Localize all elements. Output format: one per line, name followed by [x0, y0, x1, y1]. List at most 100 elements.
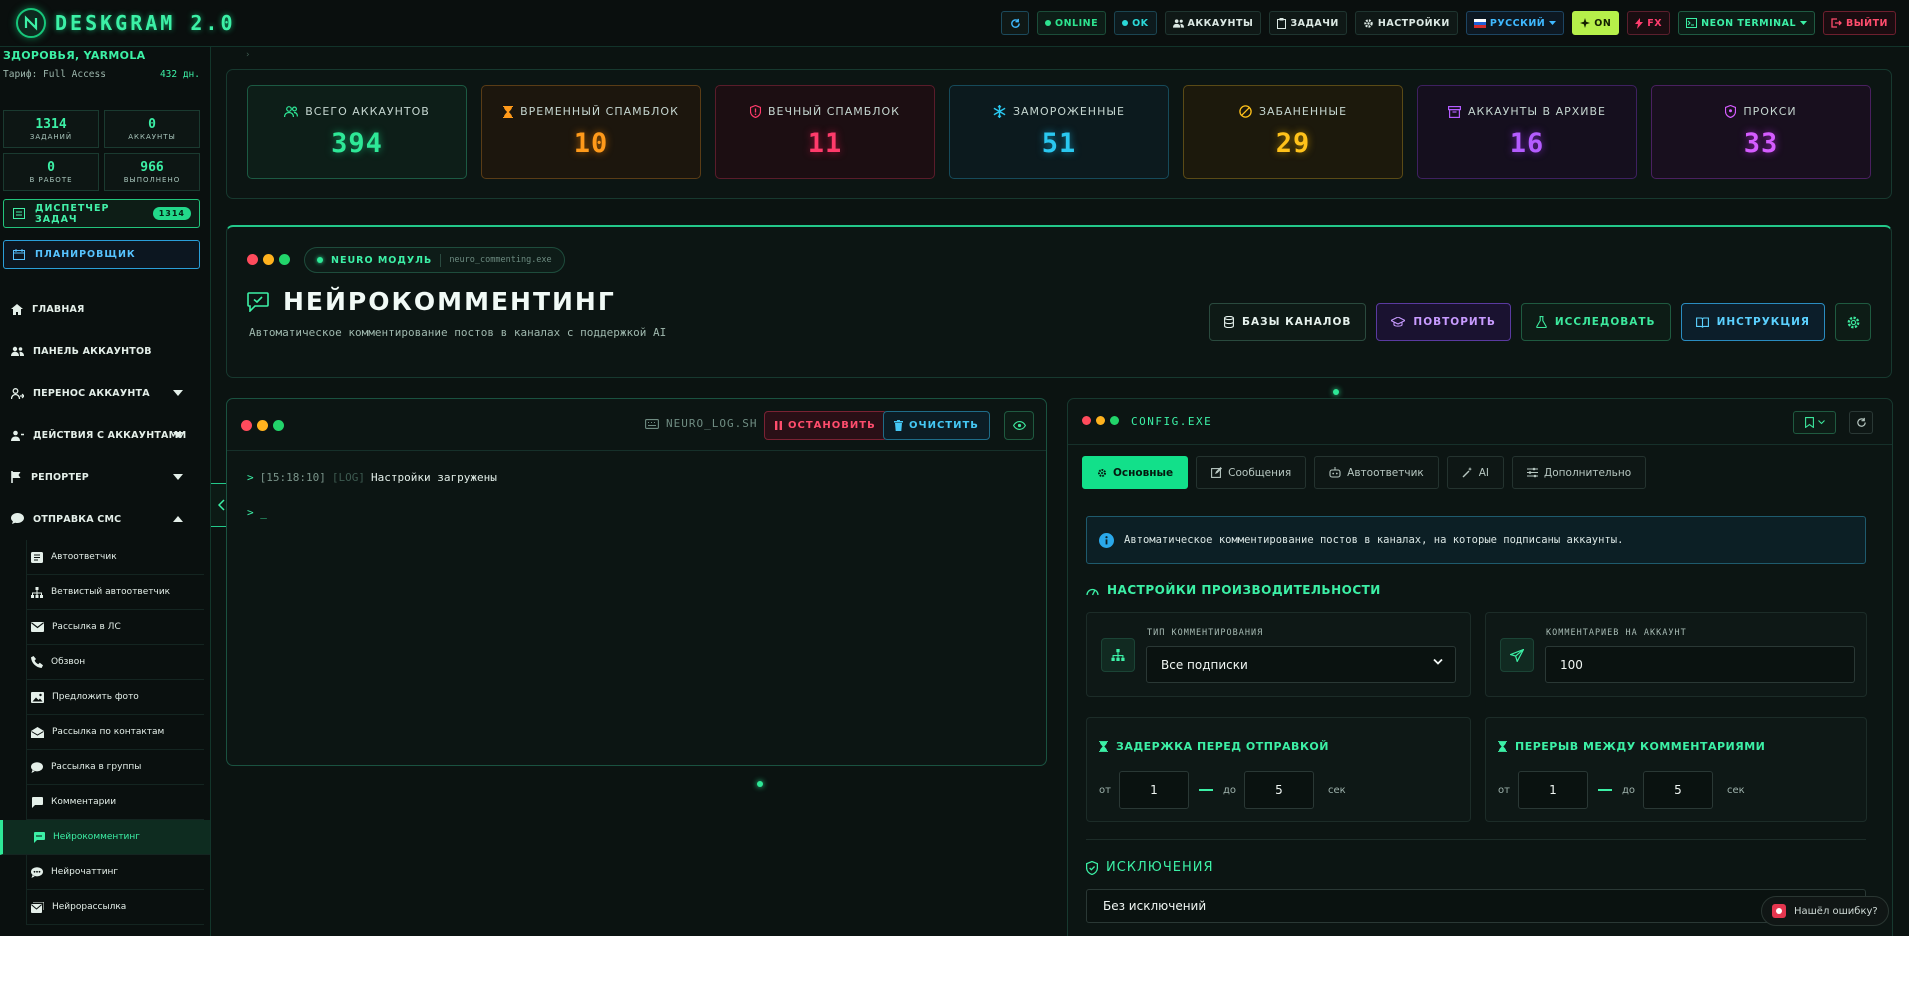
- stat-card-total-accounts[interactable]: ВСЕГО АККАУНТОВ 394: [247, 85, 467, 179]
- sidebar-subitem-autoresponder[interactable]: Автоответчик: [26, 540, 204, 575]
- instruction-button[interactable]: ИНСТРУКЦИЯ: [1680, 303, 1825, 341]
- comment-box-icon: [31, 796, 43, 808]
- tab-advanced[interactable]: Дополнительно: [1512, 456, 1647, 489]
- planner-button[interactable]: ПЛАНИРОВЩИК: [3, 240, 200, 269]
- break-to-input[interactable]: 5: [1643, 771, 1713, 809]
- sitemap-icon: [1101, 638, 1135, 672]
- tab-main[interactable]: Основные: [1082, 456, 1189, 489]
- maximize-dot-icon[interactable]: [273, 420, 284, 431]
- module-settings-button[interactable]: [1835, 303, 1871, 341]
- delay-from-input[interactable]: 1: [1118, 771, 1189, 809]
- send-delay-range: от 1 до 5 сек: [1099, 771, 1346, 809]
- comments-per-account-input[interactable]: 100: [1545, 646, 1855, 683]
- magic-wand-icon: [1462, 467, 1473, 478]
- minimize-dot-icon[interactable]: [1096, 416, 1105, 425]
- sidebar-item-reporter[interactable]: РЕПОРТЕР: [0, 456, 210, 498]
- stop-button[interactable]: ОСТАНОВИТЬ: [764, 411, 887, 440]
- tab-label: Сообщения: [1228, 466, 1292, 479]
- minimize-dot-icon[interactable]: [257, 420, 268, 431]
- reply-box-icon: [31, 551, 43, 563]
- user-transfer-icon: [11, 387, 24, 399]
- tasks-button[interactable]: ЗАДАЧИ: [1269, 11, 1347, 35]
- tab-label: Дополнительно: [1544, 466, 1632, 479]
- send-delay-label: ЗАДЕРЖКА ПЕРЕД ОТПРАВКОЙ: [1116, 740, 1329, 753]
- sidebar-subitem-contacts-mailing[interactable]: Рассылка по контактам: [26, 715, 204, 750]
- delay-to-input[interactable]: 5: [1244, 771, 1314, 809]
- tab-autoresponder[interactable]: Автоответчик: [1314, 456, 1439, 489]
- graduation-cap-icon: [1391, 316, 1406, 328]
- sidebar-subitem-label: Нейрокомментинг: [53, 832, 141, 842]
- stat-card-temp-spamblock[interactable]: ВРЕМЕННЫЙ СПАМБЛОК 10: [481, 85, 701, 179]
- sidebar-subitem-suggest-photo[interactable]: Предложить фото: [26, 680, 204, 715]
- stat-card-proxies[interactable]: ПРОКСИ 33: [1651, 85, 1871, 179]
- send-icon: [1500, 638, 1534, 672]
- stat-card-header: ЗАБАНЕННЫЕ: [1239, 105, 1347, 118]
- close-dot-icon[interactable]: [241, 420, 252, 431]
- fx-toggle[interactable]: FX: [1627, 11, 1671, 35]
- channel-bases-label: БАЗЫ КАНАЛОВ: [1242, 316, 1352, 328]
- sidebar-item-home[interactable]: ГЛАВНАЯ: [0, 288, 210, 330]
- sidebar-subitem-neuromailing[interactable]: Нейрорассылка: [26, 890, 204, 925]
- maximize-dot-icon[interactable]: [1110, 416, 1119, 425]
- effects-toggle-on[interactable]: ON: [1572, 11, 1620, 35]
- settings-button[interactable]: НАСТРОЙКИ: [1354, 11, 1458, 35]
- sidebar-subitem-branch-autoresponder[interactable]: Ветвистый автоответчик: [26, 575, 204, 610]
- refresh-button[interactable]: [1001, 11, 1029, 35]
- snowflake-icon: [993, 105, 1006, 118]
- clipboard-icon: [1277, 17, 1287, 29]
- comment-type-select[interactable]: Все подписки: [1146, 646, 1456, 683]
- stat-value: 966: [140, 160, 164, 175]
- sidebar-item-account-transfer[interactable]: ПЕРЕНОС АККАУНТА: [0, 372, 210, 414]
- refresh-icon: [1010, 18, 1021, 29]
- tab-ai[interactable]: AI: [1446, 456, 1505, 489]
- logout-button[interactable]: ВЫЙТИ: [1823, 11, 1896, 35]
- ok-status[interactable]: OK: [1114, 11, 1157, 35]
- sidebar-subitem-dm-mailing[interactable]: Рассылка в ЛС: [26, 610, 204, 645]
- users-icon: [284, 106, 299, 117]
- channel-bases-button[interactable]: БАЗЫ КАНАЛОВ: [1209, 303, 1367, 341]
- performance-section-title: НАСТРОЙКИ ПРОИЗВОДИТЕЛЬНОСТИ: [1086, 583, 1381, 597]
- keyboard-icon: [645, 418, 659, 429]
- comment-break-label: ПЕРЕРЫВ МЕЖДУ КОММЕНТАРИЯМИ: [1515, 740, 1766, 753]
- minimize-dot-icon[interactable]: [263, 254, 274, 265]
- stat-card-banned[interactable]: ЗАБАНЕННЫЕ 29: [1183, 85, 1403, 179]
- sidebar-item-accounts-panel[interactable]: ПАНЕЛЬ АККАУНТОВ: [0, 330, 210, 372]
- stat-card-perm-spamblock[interactable]: ВЕЧНЫЙ СПАМБЛОК 11: [715, 85, 935, 179]
- users-icon: [1172, 18, 1184, 28]
- stat-card-frozen[interactable]: ЗАМОРОЖЕННЫЕ 51: [949, 85, 1169, 179]
- sidebar-subitem-neurochatting[interactable]: Нейрочаттинг: [26, 855, 204, 890]
- mail-bulk-icon: [31, 901, 44, 913]
- maximize-dot-icon[interactable]: [279, 254, 290, 265]
- sidebar-item-account-actions[interactable]: ДЕЙСТВИЯ С АККАУНТАМИ: [0, 414, 210, 456]
- stat-card-archived[interactable]: АККАУНТЫ В АРХИВЕ 16: [1417, 85, 1637, 179]
- close-dot-icon[interactable]: [1082, 416, 1091, 425]
- clear-button[interactable]: ОЧИСТИТЬ: [883, 411, 990, 440]
- toggle-visibility-button[interactable]: [1004, 411, 1034, 440]
- info-icon: [1099, 532, 1114, 548]
- sidebar-item-send-sms[interactable]: ОТПРАВКА СМС: [0, 498, 210, 540]
- task-dispatcher-button[interactable]: ДИСПЕТЧЕР ЗАДАЧ 1314: [3, 199, 200, 228]
- online-status[interactable]: ONLINE: [1037, 11, 1107, 35]
- sidebar-subitem-group-mailing[interactable]: Рассылка в группы: [26, 750, 204, 785]
- explore-button[interactable]: ИССЛЕДОВАТЬ: [1520, 303, 1671, 341]
- tab-label: AI: [1478, 466, 1490, 479]
- exclusions-select[interactable]: Без исключений: [1086, 889, 1866, 923]
- app-logo[interactable]: DESKGRAM 2.0: [16, 8, 236, 38]
- book-icon: [1695, 316, 1709, 328]
- close-dot-icon[interactable]: [247, 254, 258, 265]
- tab-messages[interactable]: Сообщения: [1196, 456, 1307, 489]
- stat-accounts: 0 АККАУНТЫ: [104, 110, 200, 148]
- reset-config-button[interactable]: [1849, 411, 1873, 434]
- save-preset-button[interactable]: [1793, 411, 1836, 434]
- theme-select[interactable]: NEON TERMINAL: [1678, 11, 1816, 35]
- bug-report-button[interactable]: Нашёл ошибку?: [1761, 896, 1889, 926]
- sidebar-subitem-neurocommenting[interactable]: Нейрокомментинг: [0, 820, 210, 855]
- sidebar-subitem-label: Рассылка по контактам: [52, 727, 165, 737]
- accounts-button[interactable]: АККАУНТЫ: [1164, 11, 1262, 35]
- stat-card-header: ВЕЧНЫЙ СПАМБЛОК: [750, 105, 900, 118]
- sidebar-subitem-calls[interactable]: Обзвон: [26, 645, 204, 680]
- break-from-input[interactable]: 1: [1517, 771, 1588, 809]
- sidebar-subitem-comments[interactable]: Комментарии: [26, 785, 204, 820]
- repeat-button[interactable]: ПОВТОРИТЬ: [1376, 303, 1511, 341]
- language-select[interactable]: РУССКИЙ: [1465, 11, 1565, 35]
